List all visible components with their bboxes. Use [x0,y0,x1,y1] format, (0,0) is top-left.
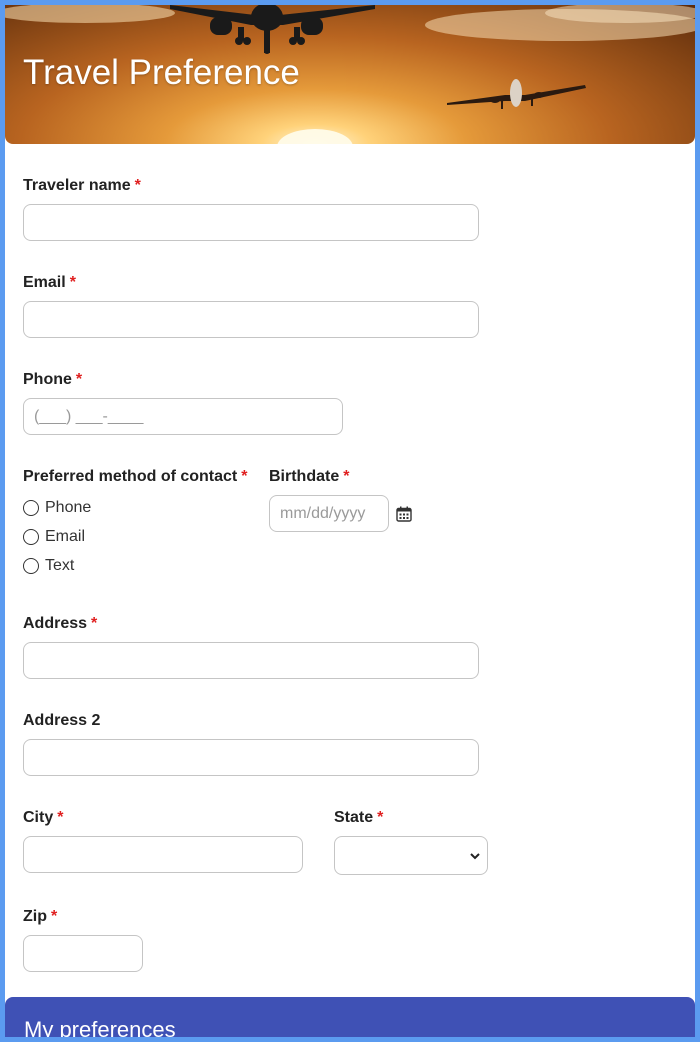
birthdate-label-text: Birthdate [269,468,340,485]
contact-method-label-text: Preferred method of contact [23,468,238,485]
required-marker: * [241,468,248,485]
radio-button[interactable] [23,529,39,545]
contact-option-label: Text [45,557,75,574]
address2-label-text: Address 2 [23,712,101,729]
email-input[interactable] [23,301,479,338]
address-input[interactable] [23,642,479,679]
required-marker: * [75,371,83,388]
required-marker: * [343,468,350,485]
contact-option-label: Email [45,528,86,545]
traveler-name-label: Traveler name * [23,177,141,195]
contact-option-text[interactable]: Text [23,557,74,575]
phone-label: Phone * [23,371,82,389]
phone-label-text: Phone [23,371,72,388]
birthdate-input[interactable]: mm/dd/yyyy [269,495,389,532]
preferences-section-header: My preferences [5,997,695,1037]
radio-button[interactable] [23,558,39,574]
contact-option-label: Phone [45,499,92,516]
radio-button[interactable] [23,500,39,516]
phone-placeholder: (___) ___-____ [34,407,144,425]
contact-option-email[interactable]: Email [23,528,85,546]
state-label: State * [334,809,383,827]
required-marker: * [57,809,64,826]
required-marker: * [69,274,76,291]
contact-method-label: Preferred method of contact * [23,468,248,486]
required-marker: * [51,908,58,925]
phone-input[interactable]: (___) ___-____ [23,398,343,435]
address-label-text: Address [23,615,88,632]
chevron-down-icon [470,853,480,860]
page-title: Travel Preference [23,53,300,92]
email-label-text: Email [23,274,66,291]
traveler-name-input[interactable] [23,204,479,241]
contact-option-phone[interactable]: Phone [23,499,91,517]
required-marker: * [377,809,384,826]
section-title: My preferences [24,1017,176,1037]
calendar-icon[interactable] [396,506,412,522]
form-container: Travel Preference Traveler name * Email * … [5,5,695,1037]
address-label: Address * [23,615,97,633]
zip-label: Zip * [23,908,57,926]
city-label-text: City [23,809,54,826]
city-label: City * [23,809,63,827]
address2-label: Address 2 [23,712,100,730]
header-banner: Travel Preference [5,5,695,144]
airplane-icon [170,5,375,54]
email-label: Email * [23,274,76,292]
airplane-small-icon [447,79,586,109]
birthdate-label: Birthdate * [269,468,349,486]
city-input[interactable] [23,836,303,873]
zip-input[interactable] [23,935,143,972]
state-label-text: State [334,809,374,826]
traveler-name-label-text: Traveler name [23,177,131,194]
address2-input[interactable] [23,739,479,776]
state-select[interactable] [334,836,488,875]
required-marker: * [91,615,98,632]
zip-label-text: Zip [23,908,47,925]
required-marker: * [134,177,141,194]
birthdate-placeholder: mm/dd/yyyy [280,504,366,522]
